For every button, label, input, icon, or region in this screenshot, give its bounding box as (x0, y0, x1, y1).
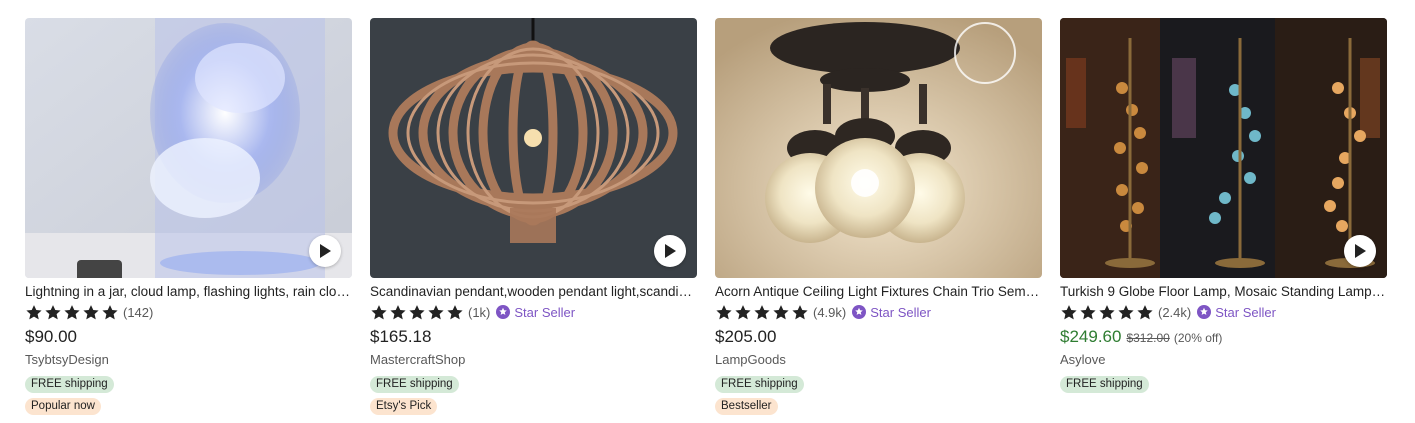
listing-grid: Lightning in a jar, cloud lamp, flashing… (25, 18, 1387, 415)
listing-card[interactable]: Scandinavian pendant,wooden pendant ligh… (370, 18, 697, 415)
listing-image[interactable] (715, 18, 1042, 278)
discount-label: (20% off) (1173, 331, 1223, 345)
review-count: (1k) (468, 304, 491, 320)
price-row: $205.00 (715, 327, 1042, 347)
play-video-button[interactable] (654, 235, 686, 267)
star-icon (734, 304, 752, 321)
badges: FREE shipping Bestseller (715, 376, 1042, 415)
star-seller-badge-icon (852, 305, 867, 319)
listing-card[interactable]: Acorn Antique Ceiling Light Fixtures Cha… (715, 18, 1042, 415)
free-shipping-badge: FREE shipping (370, 376, 459, 393)
badges: FREE shipping (1060, 376, 1387, 393)
star-seller-badge-icon (1197, 305, 1212, 319)
listing-image[interactable] (370, 18, 697, 278)
rating: (1k) Star Seller (370, 303, 697, 321)
star-icon (772, 304, 790, 321)
play-video-button[interactable] (309, 235, 341, 267)
star-icon (82, 304, 100, 321)
free-shipping-badge: FREE shipping (1060, 376, 1149, 393)
review-count: (2.4k) (1158, 304, 1192, 320)
star-icon (389, 304, 407, 321)
star-seller-badge: Star Seller (852, 305, 931, 320)
badges: FREE shipping Etsy's Pick (370, 376, 697, 415)
rating: (2.4k) Star Seller (1060, 303, 1387, 321)
listing-title[interactable]: Turkish 9 Globe Floor Lamp, Mosaic Stand… (1060, 283, 1387, 301)
rating: (142) (25, 303, 352, 321)
bestseller-badge: Bestseller (715, 398, 778, 415)
star-icon (101, 304, 119, 321)
star-icon (715, 304, 733, 321)
star-seller-badge: Star Seller (1197, 305, 1276, 320)
listing-title[interactable]: Lightning in a jar, cloud lamp, flashing… (25, 283, 352, 301)
star-icon (408, 304, 426, 321)
star-icon (791, 304, 809, 321)
star-rating (715, 304, 809, 321)
ceiling-light-photo (715, 18, 1042, 278)
shop-name[interactable]: TsybtsyDesign (25, 351, 352, 369)
star-icon (446, 304, 464, 321)
free-shipping-badge: FREE shipping (25, 376, 114, 393)
play-icon (320, 244, 331, 258)
price: $165.18 (370, 327, 432, 346)
star-icon (1136, 304, 1154, 321)
original-price: $312.00 (1126, 331, 1170, 345)
review-count: (142) (123, 304, 154, 320)
star-rating (25, 304, 119, 321)
shop-name[interactable]: MastercraftShop (370, 351, 697, 369)
listing-title[interactable]: Acorn Antique Ceiling Light Fixtures Cha… (715, 283, 1042, 301)
star-seller-label: Star Seller (870, 304, 931, 320)
listing-title[interactable]: Scandinavian pendant,wooden pendant ligh… (370, 283, 697, 301)
sale-price: $249.60 (1060, 327, 1122, 346)
star-seller-label: Star Seller (1215, 304, 1276, 320)
cloud-lamp-photo (25, 18, 352, 278)
star-seller-badge-icon (496, 305, 511, 319)
star-icon (1079, 304, 1097, 321)
price: $205.00 (715, 327, 777, 346)
popular-now-badge: Popular now (25, 398, 101, 415)
star-icon (44, 304, 62, 321)
shop-name[interactable]: Asylove (1060, 351, 1387, 369)
star-icon (63, 304, 81, 321)
price-row: $90.00 (25, 327, 352, 347)
star-seller-badge: Star Seller (496, 305, 575, 320)
wooden-pendant-photo (370, 18, 697, 278)
star-icon (1117, 304, 1135, 321)
price-row: $249.60 $312.00 (20% off) (1060, 327, 1387, 347)
star-icon (427, 304, 445, 321)
listing-image[interactable] (25, 18, 352, 278)
star-icon (1098, 304, 1116, 321)
play-icon (665, 244, 676, 258)
listing-image[interactable] (1060, 18, 1387, 278)
listing-card[interactable]: Lightning in a jar, cloud lamp, flashing… (25, 18, 352, 415)
price: $90.00 (25, 327, 77, 346)
star-rating (370, 304, 464, 321)
etsys-pick-badge: Etsy's Pick (370, 398, 438, 415)
star-seller-label: Star Seller (514, 304, 576, 320)
rating: (4.9k) Star Seller (715, 303, 1042, 321)
free-shipping-badge: FREE shipping (715, 376, 804, 393)
listing-card[interactable]: Turkish 9 Globe Floor Lamp, Mosaic Stand… (1060, 18, 1387, 415)
star-icon (1060, 304, 1078, 321)
shop-name[interactable]: LampGoods (715, 351, 1042, 369)
star-rating (1060, 304, 1154, 321)
play-icon (1355, 244, 1366, 258)
play-video-button[interactable] (1344, 235, 1376, 267)
mosaic-floor-lamp-photo (1060, 18, 1387, 278)
star-icon (25, 304, 43, 321)
review-count: (4.9k) (813, 304, 847, 320)
star-icon (370, 304, 388, 321)
star-icon (753, 304, 771, 321)
price-row: $165.18 (370, 327, 697, 347)
badges: FREE shipping Popular now (25, 376, 352, 415)
